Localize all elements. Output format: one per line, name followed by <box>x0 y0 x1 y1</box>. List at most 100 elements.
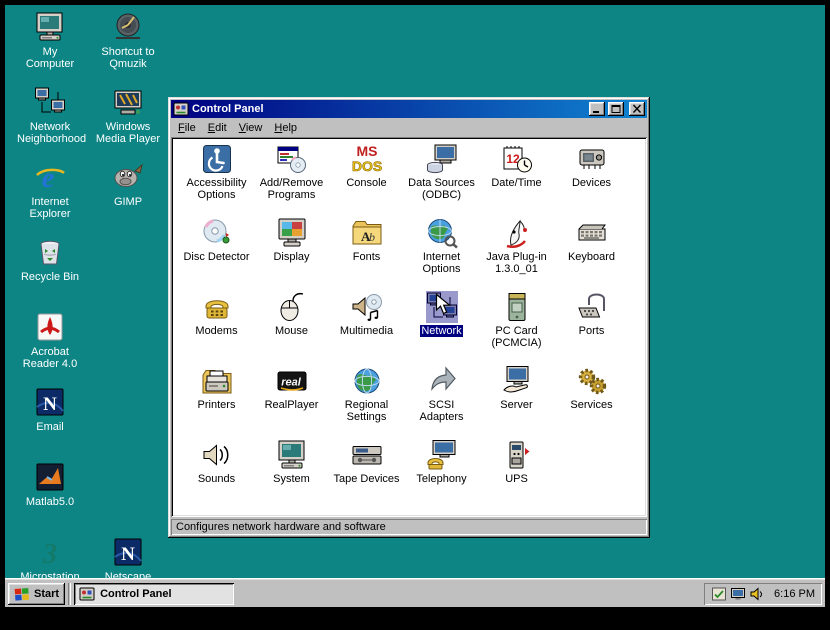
system-tray: 6:16 PM <box>704 583 822 605</box>
window-title: Control Panel <box>192 103 586 115</box>
multimedia-icon <box>351 291 383 323</box>
netscape-icon: N <box>112 536 144 568</box>
regional-settings-icon <box>351 365 383 397</box>
control-panel-item-label: Network <box>420 325 462 337</box>
taskbar-task-control-panel[interactable]: Control Panel <box>74 583 234 605</box>
control-panel-item[interactable]: real RealPlayer <box>254 365 329 439</box>
control-panel-item-label: Printers <box>197 399 237 411</box>
desktop-icon[interactable]: GIMP <box>93 161 163 236</box>
windows-logo-icon <box>14 586 30 602</box>
svg-text:b: b <box>369 230 375 244</box>
start-button[interactable]: Start <box>8 583 65 605</box>
control-panel-item[interactable]: PC Card (PCMCIA) <box>479 291 554 365</box>
control-panel-item-label: Accessibility Options <box>181 177 253 201</box>
control-panel-item[interactable]: Add/Remove Programs <box>254 143 329 217</box>
control-panel-item[interactable]: Printers <box>179 365 254 439</box>
desktop-icon[interactable]: Recycle Bin <box>15 236 85 311</box>
control-panel-item[interactable]: Disc Detector <box>179 217 254 291</box>
taskbar-clock[interactable]: 6:16 PM <box>774 588 815 600</box>
control-panel-item-label: Console <box>345 177 387 189</box>
control-panel-item[interactable]: Telephony <box>404 439 479 513</box>
taskbar-task-label: Control Panel <box>100 588 172 600</box>
desktop-icons-column-1: My Computer Network Neighborhood e Inter… <box>15 11 85 607</box>
control-panel-item[interactable]: Accessibility Options <box>179 143 254 217</box>
control-panel-item[interactable]: Ab Fonts <box>329 217 404 291</box>
tray-display-icon[interactable] <box>730 586 746 602</box>
desktop-icon[interactable]: N Email <box>15 386 85 461</box>
desktop-icon[interactable]: Shortcut to Qmuzik <box>93 11 163 86</box>
desktop: My Computer Network Neighborhood e Inter… <box>5 5 825 607</box>
desktop-icon[interactable]: Acrobat Reader 4.0 <box>15 311 85 386</box>
control-panel-item[interactable]: Display <box>254 217 329 291</box>
status-text: Configures network hardware and software <box>176 521 386 533</box>
control-panel-item-label: UPS <box>504 473 529 485</box>
control-panel-item[interactable]: Devices <box>554 143 629 217</box>
data-sources-odbc-icon <box>426 143 458 175</box>
matlab-icon <box>34 461 66 493</box>
desktop-icon-label: Acrobat Reader 4.0 <box>17 346 83 370</box>
svg-text:3: 3 <box>42 539 57 568</box>
sounds-icon <box>201 439 233 471</box>
control-panel-item-label: Internet Options <box>406 251 478 275</box>
control-panel-item-label: Data Sources (ODBC) <box>406 177 478 201</box>
menu-item[interactable]: View <box>233 120 269 136</box>
control-panel-item[interactable]: Network <box>404 291 479 365</box>
close-button[interactable] <box>629 102 645 116</box>
control-panel-item[interactable]: Multimedia <box>329 291 404 365</box>
display-icon <box>276 217 308 249</box>
control-panel-item-label: Date/Time <box>490 177 542 189</box>
control-panel-item[interactable]: Services <box>554 365 629 439</box>
desktop-icon[interactable]: Matlab5.0 <box>15 461 85 536</box>
desktop-icon[interactable]: Network Neighborhood <box>15 86 85 161</box>
network-neighborhood-icon <box>34 86 66 118</box>
control-panel-item-label: System <box>272 473 311 485</box>
desktop-icon[interactable]: e Internet Explorer <box>15 161 85 236</box>
realplayer-icon: real <box>276 365 308 397</box>
control-panel-icon-grid: Accessibility Options Add/Remove Program… <box>171 137 647 517</box>
control-panel-item[interactable]: System <box>254 439 329 513</box>
tray-schedule-icon[interactable] <box>711 586 727 602</box>
control-panel-item[interactable]: MSDOS Console <box>329 143 404 217</box>
email-icon: N <box>34 386 66 418</box>
desktop-icon[interactable]: My Computer <box>15 11 85 86</box>
fonts-icon: Ab <box>351 217 383 249</box>
control-panel-item[interactable]: Keyboard <box>554 217 629 291</box>
desktop-icon-label: Recycle Bin <box>21 271 79 283</box>
control-panel-item[interactable]: Ports <box>554 291 629 365</box>
window-titlebar[interactable]: Control Panel <box>171 100 647 118</box>
gimp-icon <box>112 161 144 193</box>
taskbar: Start Control Panel 6:16 PM <box>5 579 825 607</box>
control-panel-item-label: PC Card (PCMCIA) <box>481 325 553 349</box>
control-panel-item-label: Services <box>569 399 613 411</box>
control-panel-item-label: Regional Settings <box>331 399 403 423</box>
control-panel-item[interactable]: UPS <box>479 439 554 513</box>
ups-icon <box>501 439 533 471</box>
date-time-icon: 12 <box>501 143 533 175</box>
control-panel-item[interactable]: Modems <box>179 291 254 365</box>
taskbar-divider <box>68 583 71 605</box>
menu-item[interactable]: Edit <box>202 120 233 136</box>
desktop-icon[interactable]: Windows Media Player <box>93 86 163 161</box>
start-button-label: Start <box>34 588 59 600</box>
minimize-button[interactable] <box>589 102 605 116</box>
control-panel-item[interactable]: SCSI Adapters <box>404 365 479 439</box>
control-panel-item-label: RealPlayer <box>264 399 320 411</box>
maximize-button[interactable] <box>608 102 624 116</box>
control-panel-item[interactable]: Server <box>479 365 554 439</box>
control-panel-item[interactable]: Sounds <box>179 439 254 513</box>
menu-item[interactable]: Help <box>268 120 303 136</box>
server-icon <box>501 365 533 397</box>
control-panel-item-label: SCSI Adapters <box>406 399 478 423</box>
control-panel-item[interactable]: Internet Options <box>404 217 479 291</box>
control-panel-item[interactable]: Data Sources (ODBC) <box>404 143 479 217</box>
control-panel-item[interactable]: Tape Devices <box>329 439 404 513</box>
menu-item[interactable]: File <box>172 120 202 136</box>
telephony-icon <box>426 439 458 471</box>
control-panel-item[interactable]: Mouse <box>254 291 329 365</box>
control-panel-item-label: Modems <box>194 325 238 337</box>
control-panel-item[interactable]: 12 Date/Time <box>479 143 554 217</box>
ports-icon <box>576 291 608 323</box>
control-panel-item[interactable]: Java Plug-in 1.3.0_01 <box>479 217 554 291</box>
control-panel-item[interactable]: Regional Settings <box>329 365 404 439</box>
tray-volume-icon[interactable] <box>749 586 765 602</box>
